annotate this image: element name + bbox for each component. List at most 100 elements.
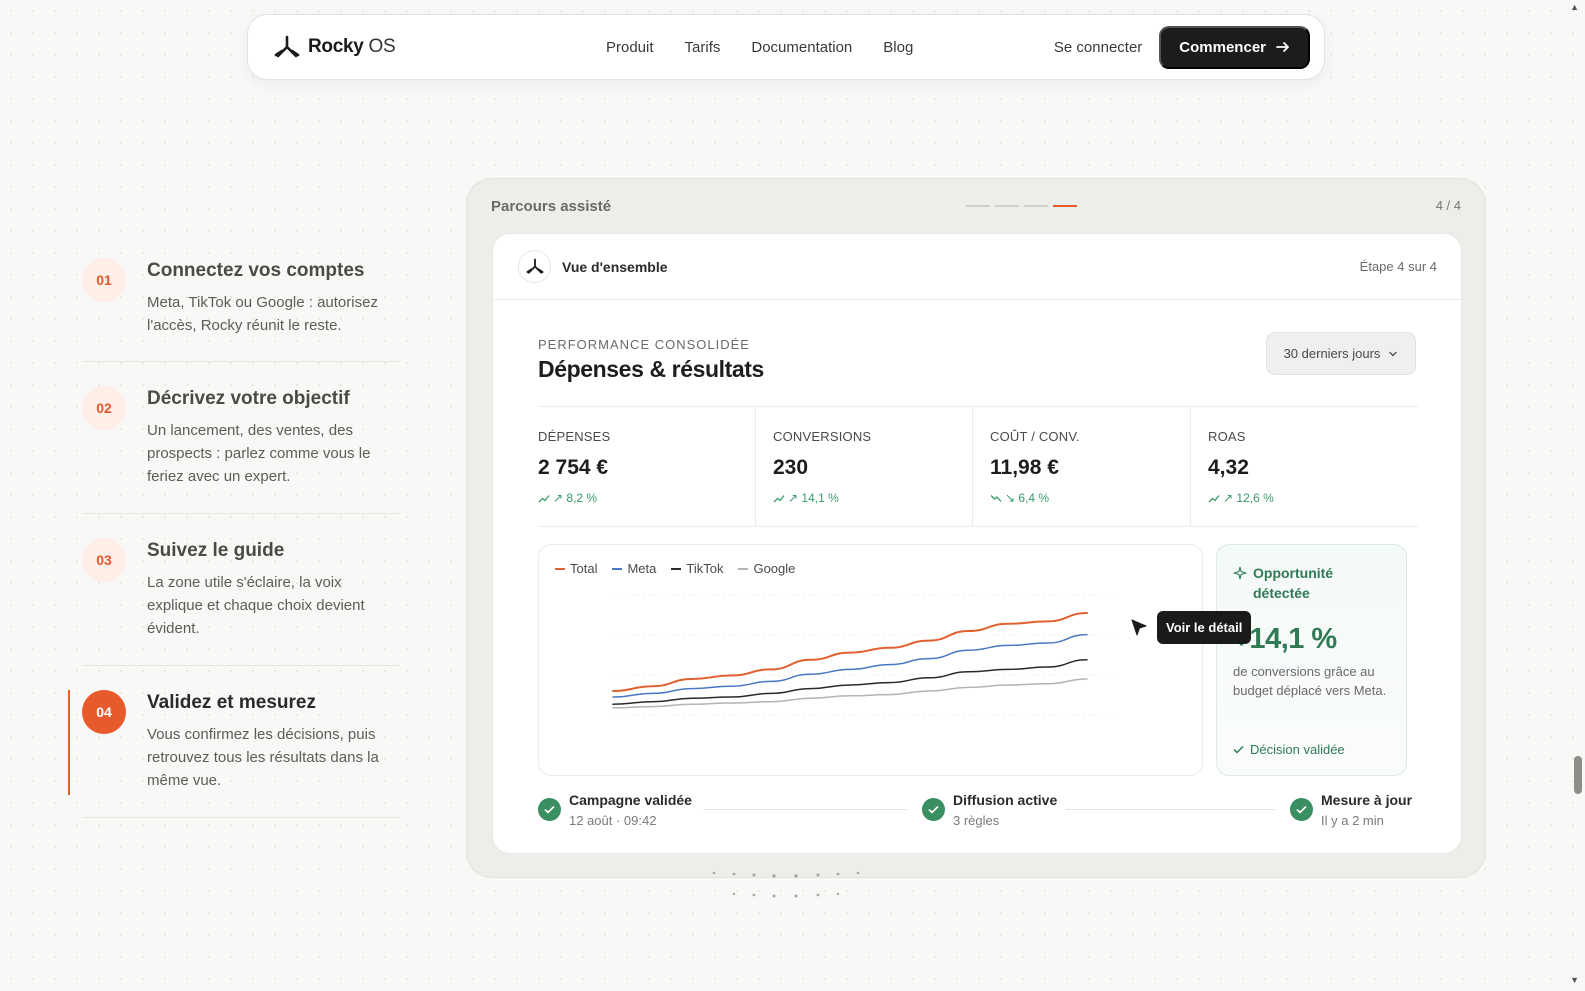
- kpi-cout-conv: COÛT / CONV. 11,98 € ↘ 6,4 %: [972, 407, 1190, 526]
- kpi-value: 230: [773, 456, 809, 479]
- progress-indicator: [966, 205, 1077, 207]
- progress-segment-active: [1053, 205, 1077, 207]
- series-line-google[interactable]: [612, 678, 1088, 709]
- step-description: Un lancement, des ventes, des prospects …: [147, 422, 371, 485]
- kpi-value: 11,98 €: [990, 456, 1059, 479]
- chevron-down-icon: [1389, 351, 1398, 356]
- step-number: 02: [82, 386, 126, 430]
- nav-link-blog[interactable]: Blog: [883, 39, 913, 56]
- rocky-logo-icon: [525, 258, 544, 274]
- timeline-subtitle: 3 règles: [953, 813, 1000, 828]
- step-2[interactable]: 02 Décrivez votre objectif Un lancement,…: [82, 362, 400, 514]
- legend-item-total[interactable]: Total: [555, 561, 597, 576]
- decision-validated: Décision validée: [1233, 742, 1345, 757]
- scroll-up-arrow[interactable]: ▲: [1570, 2, 1579, 12]
- nav-link-documentation[interactable]: Documentation: [751, 39, 852, 56]
- opportunity-title: Opportunité détectée: [1253, 565, 1334, 601]
- brand-logo[interactable]: Rocky OS: [274, 35, 396, 59]
- kpi-roas: ROAS 4,32 ↗ 12,6 %: [1190, 407, 1418, 526]
- step-description: Vous confirmez les décisions, puis retro…: [147, 726, 379, 789]
- timeline-connector: [703, 809, 908, 810]
- progress-segment: [995, 205, 1019, 207]
- check-circle-icon: [538, 798, 561, 821]
- step-description: Meta, TikTok ou Google : autorisez l'acc…: [147, 294, 378, 334]
- step-number: 03: [82, 538, 126, 582]
- date-range-label: 30 derniers jours: [1283, 346, 1381, 361]
- step-4-active[interactable]: 04 Validez et mesurez Vous confirmez les…: [68, 666, 400, 818]
- step-number: 04: [82, 690, 126, 734]
- commencer-button-label: Commencer: [1179, 38, 1266, 56]
- step-description: La zone utile s'éclaire, la voix expliqu…: [147, 574, 365, 637]
- scroll-down-arrow[interactable]: ▼: [1570, 975, 1579, 985]
- kpi-depenses: DÉPENSES 2 754 € ↗ 8,2 %: [538, 407, 755, 526]
- trend-up-icon: [1208, 494, 1220, 502]
- check-icon: [1233, 745, 1244, 754]
- step-title: Décrivez votre objectif: [147, 388, 350, 409]
- kpi-conversions: CONVERSIONS 230 ↗ 14,1 %: [755, 407, 972, 526]
- legend-item-meta[interactable]: Meta: [612, 561, 656, 576]
- kpi-delta: ↗ 12,6 %: [1208, 491, 1418, 505]
- panel-step-count: 4 / 4: [1435, 198, 1461, 213]
- check-circle-icon: [1290, 798, 1313, 821]
- series-line-tiktok[interactable]: [612, 659, 1088, 705]
- series-line-total[interactable]: [612, 612, 1088, 692]
- login-link[interactable]: Se connecter: [1054, 39, 1142, 56]
- kpi-row: DÉPENSES 2 754 € ↗ 8,2 % CONVERSIONS 230…: [538, 406, 1418, 527]
- chart-legend: Total Meta TikTok Google: [555, 561, 795, 576]
- legend-item-tiktok[interactable]: TikTok: [671, 561, 723, 576]
- timeline-subtitle: 12 août · 09:42: [569, 813, 657, 828]
- kpi-label: COÛT / CONV.: [990, 429, 1080, 444]
- card-header-step: Étape 4 sur 4: [1359, 259, 1437, 274]
- section-title: Dépenses & résultats: [538, 356, 764, 382]
- nav-link-tarifs[interactable]: Tarifs: [685, 39, 721, 56]
- card-header: Vue d'ensemble Étape 4 sur 4: [493, 234, 1461, 300]
- commencer-button[interactable]: Commencer: [1159, 25, 1310, 69]
- series-line-meta[interactable]: [612, 633, 1088, 698]
- top-navbar: Rocky OS Produit Tarifs Documentation Bl…: [247, 14, 1325, 80]
- mouse-cursor-icon: [1131, 619, 1147, 636]
- status-timeline: Campagne validée 12 août · 09:42 Diffusi…: [538, 792, 1413, 832]
- timeline-connector: [1066, 809, 1276, 810]
- timeline-item-measure: Mesure à jour Il y a 2 min: [1290, 792, 1412, 828]
- kpi-label: ROAS: [1208, 429, 1246, 444]
- kpi-delta: ↘ 6,4 %: [990, 491, 1190, 505]
- timeline-title: Diffusion active: [953, 792, 1058, 808]
- line-chart-svg: [612, 594, 1117, 716]
- timeline-item-campaign: Campagne validée 12 août · 09:42: [538, 792, 692, 828]
- card-header-title: Vue d'ensemble: [562, 258, 668, 275]
- legend-swatch: [738, 567, 749, 570]
- brand-name: Rocky OS: [308, 36, 396, 57]
- step-title: Suivez le guide: [147, 540, 285, 561]
- date-range-select[interactable]: 30 derniers jours: [1266, 332, 1416, 375]
- kpi-value: 4,32: [1208, 456, 1249, 479]
- opportunity-card: Opportunité détectée +14,1 % de conversi…: [1216, 544, 1407, 776]
- trend-down-icon: [990, 494, 1002, 502]
- view-detail-tooltip[interactable]: Voir le détail: [1157, 611, 1252, 644]
- rocky-logo-icon: [274, 35, 300, 58]
- performance-chart[interactable]: Total Meta TikTok Google: [538, 544, 1203, 776]
- sparkle-icon: [1233, 566, 1247, 580]
- kpi-value: 2 754 €: [538, 456, 609, 479]
- step-title: Validez et mesurez: [147, 692, 316, 713]
- section-eyebrow: PERFORMANCE CONSOLIDÉE: [538, 337, 750, 352]
- legend-item-google[interactable]: Google: [738, 561, 795, 576]
- step-title: Connectez vos comptes: [147, 260, 365, 281]
- steps-list: 01 Connectez vos comptes Meta, TikTok ou…: [68, 234, 400, 818]
- kpi-label: CONVERSIONS: [773, 429, 872, 444]
- progress-segment: [966, 205, 990, 207]
- panel-title: Parcours assisté: [491, 198, 612, 215]
- timeline-subtitle: Il y a 2 min: [1321, 813, 1384, 828]
- check-circle-icon: [922, 798, 945, 821]
- legend-swatch: [555, 567, 565, 570]
- nav-link-produit[interactable]: Produit: [606, 39, 654, 56]
- opportunity-value: +14,1 %: [1233, 623, 1337, 655]
- arrow-right-icon: [1276, 42, 1289, 52]
- step-1[interactable]: 01 Connectez vos comptes Meta, TikTok ou…: [82, 234, 400, 362]
- opportunity-header: Opportunité détectée: [1233, 563, 1390, 603]
- step-number: 01: [82, 258, 126, 302]
- scrollbar-thumb[interactable]: [1574, 756, 1582, 794]
- step-3[interactable]: 03 Suivez le guide La zone utile s'éclai…: [82, 514, 400, 666]
- nav-actions: Se connecter Commencer: [1054, 25, 1310, 69]
- opportunity-text: de conversions grâce au budget déplacé v…: [1233, 664, 1387, 698]
- timeline-title: Mesure à jour: [1321, 792, 1413, 808]
